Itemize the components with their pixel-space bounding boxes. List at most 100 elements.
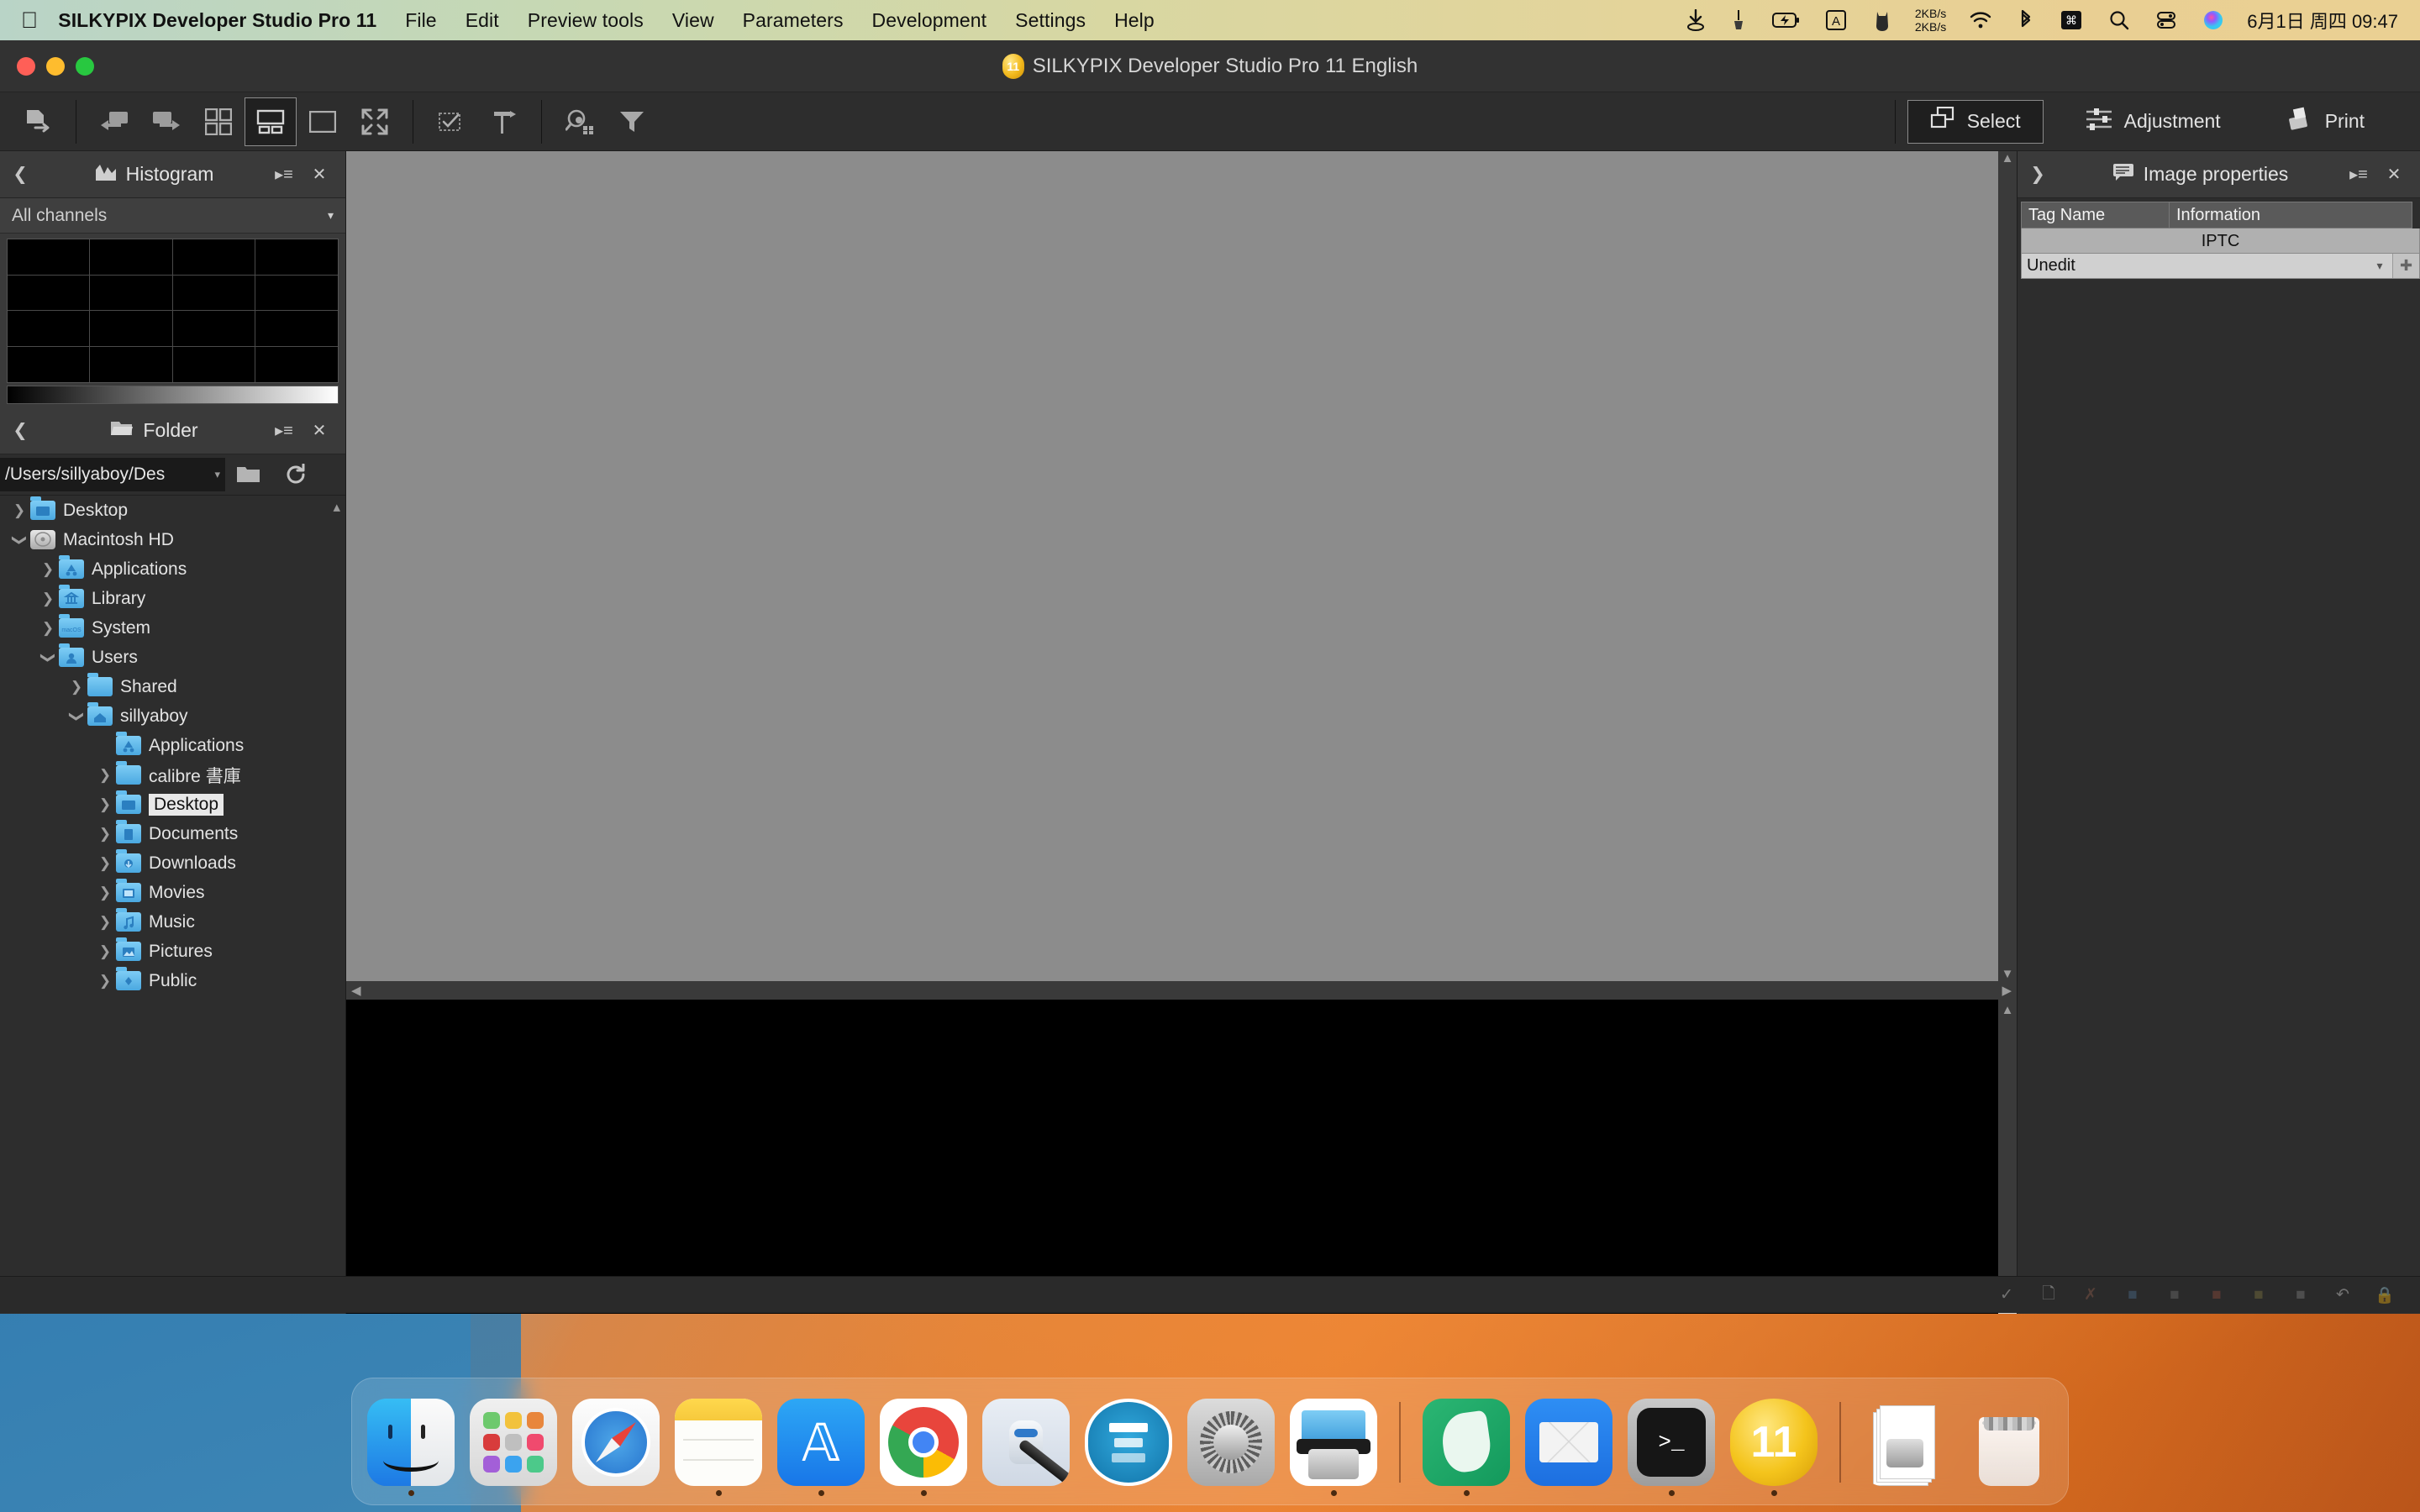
tree-item-music[interactable]: ❯ Music <box>0 907 345 937</box>
dock-launchpad[interactable] <box>468 1397 559 1496</box>
menu-item-file[interactable]: File <box>391 9 450 32</box>
single-view-icon[interactable] <box>297 97 349 146</box>
rating-white-icon[interactable]: ■ <box>2291 1285 2311 1305</box>
rating-yellow-icon[interactable]: ■ <box>2249 1285 2269 1305</box>
cat-silhouette-icon[interactable] <box>1860 8 1905 32</box>
spotlight-search-icon[interactable] <box>2096 10 2143 30</box>
fullscreen-icon[interactable] <box>349 97 401 146</box>
export-image-icon[interactable] <box>12 97 64 146</box>
menu-app-name[interactable]: SILKYPIX Developer Studio Pro 11 <box>55 9 391 32</box>
tree-item-applications[interactable]: ❯Applications <box>0 731 345 760</box>
chevron-right-icon[interactable]: ❯ <box>94 855 116 872</box>
check-mark-icon[interactable]: ✓ <box>1996 1285 2017 1305</box>
table-row[interactable]: Unedit ▾ ✚ <box>2021 254 2420 279</box>
undo-icon[interactable]: ↶ <box>2333 1285 2353 1305</box>
rating-blue-icon[interactable]: ■ <box>2123 1285 2143 1305</box>
chevron-right-icon[interactable]: ❯ <box>94 914 116 931</box>
tree-item-desktop[interactable]: ❯ Desktop <box>0 790 345 819</box>
print-mode-button[interactable]: Print <box>2263 100 2386 144</box>
close-icon[interactable]: ✕ <box>303 420 335 441</box>
folder-browse-icon[interactable] <box>225 458 272 491</box>
tree-item-applications[interactable]: ❯Applications <box>0 554 345 584</box>
dock-mweb[interactable] <box>1083 1397 1174 1496</box>
chevron-right-icon[interactable]: ❯ <box>94 943 116 960</box>
menu-item-edit[interactable]: Edit <box>451 9 513 32</box>
histogram-collapse-icon[interactable]: ❮ <box>0 164 40 185</box>
filmstrip-vertical-scrollbar[interactable]: ▲ ▼ <box>1998 1000 2017 1314</box>
dock-notes[interactable] <box>673 1397 764 1496</box>
dock-safari[interactable] <box>571 1397 661 1496</box>
tree-item-calibre-書庫[interactable]: ❯ calibre 書庫 <box>0 760 345 790</box>
tree-item-system[interactable]: ❯ macOS System <box>0 613 345 643</box>
zoom-button[interactable] <box>76 56 94 76</box>
chevron-up-icon[interactable]: ▴ <box>333 499 340 516</box>
chevron-right-icon[interactable]: ❯ <box>37 591 59 607</box>
chevron-right-icon[interactable]: ❯ <box>94 796 116 813</box>
select-mode-button[interactable]: Select <box>1907 99 2044 144</box>
column-header-information[interactable]: Information <box>2169 202 2412 228</box>
folder-tree-list[interactable]: ❯ Desktop ❯ Macintosh HD ❯ Applications ❯ Libra… <box>0 495 345 1280</box>
folder-collapse-icon[interactable]: ❮ <box>0 420 40 441</box>
tree-item-movies[interactable]: ❯ Movies <box>0 878 345 907</box>
chevron-up-icon[interactable]: ▲ <box>2002 151 2014 165</box>
chevron-right-icon[interactable]: ❯ <box>37 620 59 637</box>
dock-image-capture[interactable] <box>1288 1397 1379 1496</box>
refresh-icon[interactable] <box>272 458 319 491</box>
chevron-right-icon[interactable]: ❯ <box>94 973 116 990</box>
histogram-channel-select[interactable]: All channels ▾ <box>0 198 345 234</box>
control-center-icon[interactable] <box>2143 10 2190 30</box>
chevron-down-icon[interactable]: ▾ <box>2367 259 2392 273</box>
dock-trash[interactable] <box>1964 1397 2054 1496</box>
filter-icon[interactable] <box>606 97 658 146</box>
dock-finder[interactable] <box>366 1397 456 1496</box>
panel-menu-icon[interactable]: ▸≡ <box>268 420 300 441</box>
input-source-a-icon[interactable]: A <box>1812 10 1860 30</box>
preview-horizontal-scrollbar[interactable]: ◀ ▶ <box>346 981 2017 1000</box>
network-speed-indicator[interactable]: 2KB/s 2KB/s <box>1905 7 1956 34</box>
thumbnail-grid-view-icon[interactable] <box>192 97 245 146</box>
tree-item-sillyaboy[interactable]: ❯ sillyaboy <box>0 701 345 731</box>
tree-item-documents[interactable]: ❯ Documents <box>0 819 345 848</box>
wifi-icon[interactable] <box>1956 11 2005 29</box>
folder-path-input[interactable]: /Users/sillyaboy/Des ▾ <box>0 458 225 491</box>
chevron-right-icon[interactable]: ❯ <box>37 561 59 578</box>
chevron-right-icon[interactable]: ❯ <box>8 502 30 519</box>
dock-silkypix-green[interactable] <box>1421 1397 1512 1496</box>
menu-item-development[interactable]: Development <box>858 9 1002 32</box>
tree-item-pictures[interactable]: ❯ Pictures <box>0 937 345 966</box>
chevron-up-icon[interactable]: ▲ <box>2002 1003 2014 1017</box>
chevron-right-icon[interactable]: ▶ <box>2002 983 2012 998</box>
dock-silkypix-11[interactable]: 11 <box>1728 1397 1819 1496</box>
apple-logo-icon[interactable]:  <box>0 8 55 32</box>
adjustment-mode-button[interactable]: Adjustment <box>2064 100 2243 144</box>
chevron-right-icon[interactable]: ❯ <box>94 767 116 784</box>
dock-terminal[interactable]: >_ <box>1626 1397 1717 1496</box>
search-images-icon[interactable] <box>554 97 606 146</box>
image-preview-area[interactable]: ▲ ▼ <box>346 151 2017 981</box>
add-tag-icon[interactable]: ✚ <box>2392 254 2419 278</box>
chevron-left-icon[interactable]: ◀ <box>351 983 361 998</box>
dock-documents-stack[interactable] <box>1861 1397 1952 1496</box>
tree-item-public[interactable]: ❯ Public <box>0 966 345 995</box>
histogram-display[interactable] <box>0 234 345 407</box>
tree-item-desktop[interactable]: ❯ Desktop <box>0 496 345 525</box>
close-button[interactable] <box>17 56 35 76</box>
apply-taste-icon[interactable] <box>477 97 529 146</box>
bluetooth-icon[interactable] <box>2005 9 2047 31</box>
command-key-icon[interactable]: ⌘ <box>2047 10 2096 30</box>
dock-automator[interactable] <box>981 1397 1071 1496</box>
panel-menu-icon[interactable]: ▸≡ <box>268 164 300 185</box>
preview-vertical-scrollbar[interactable]: ▲ ▼ <box>1998 151 2017 981</box>
menu-item-preview-tools[interactable]: Preview tools <box>513 9 658 32</box>
menu-item-help[interactable]: Help <box>1100 9 1169 32</box>
cleaner-brush-icon[interactable] <box>1718 9 1759 31</box>
tree-item-downloads[interactable]: ❯ Downloads <box>0 848 345 878</box>
dock-mail[interactable] <box>1523 1397 1614 1496</box>
tree-item-shared[interactable]: ❯ Shared <box>0 672 345 701</box>
chevron-right-icon[interactable]: ❯ <box>94 885 116 901</box>
chevron-right-icon[interactable]: ❯ <box>94 826 116 843</box>
delete-x-icon[interactable]: ✗ <box>2081 1285 2101 1305</box>
dock-chrome[interactable] <box>878 1397 969 1496</box>
chevron-down-icon[interactable]: ▼ <box>2002 967 2014 981</box>
column-header-tag-name[interactable]: Tag Name <box>2021 202 2169 228</box>
